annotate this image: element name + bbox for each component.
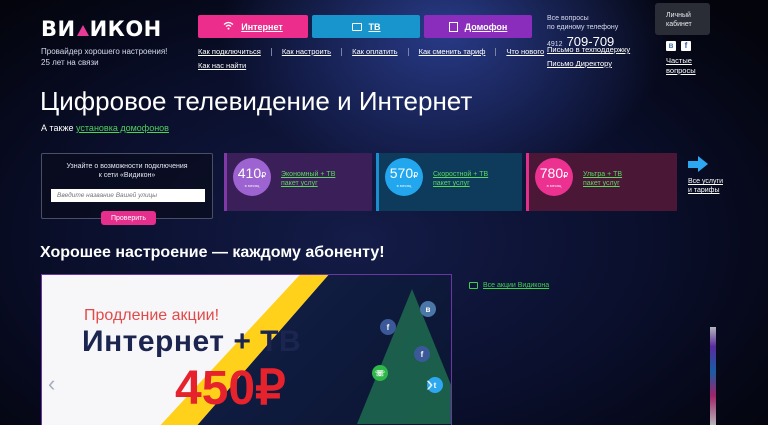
connection-text-line2: к сети «Видикон» bbox=[98, 172, 156, 179]
promo-icon bbox=[469, 282, 478, 289]
all-tariffs-link[interactable]: Все услуги и тарифы bbox=[688, 156, 738, 195]
wifi-icon bbox=[223, 21, 234, 33]
street-input[interactable] bbox=[51, 189, 205, 202]
tariff-name-link[interactable]: Экономный + ТВ пакет услуг bbox=[281, 170, 335, 188]
menu-whats-new[interactable]: Что нового bbox=[506, 47, 544, 57]
facebook-ornament-icon: f bbox=[380, 319, 396, 335]
intercom-icon bbox=[448, 21, 458, 32]
faq-label-line1: Частые bbox=[666, 56, 692, 65]
tariff-period: в месяц bbox=[396, 183, 412, 188]
side-decor-strip bbox=[710, 327, 716, 425]
check-button[interactable]: Проверить bbox=[101, 211, 156, 225]
menu-divider bbox=[495, 48, 497, 56]
connection-check-text: Узнайте о возможности подключения к сети… bbox=[42, 162, 212, 180]
christmas-tree-icon bbox=[357, 289, 451, 424]
menu-find-us[interactable]: Как нас найти bbox=[198, 61, 246, 71]
promo-kicker: Продление акции! bbox=[84, 307, 220, 324]
nav-internet-button[interactable]: Интернет bbox=[198, 15, 308, 38]
arrow-right-icon bbox=[688, 156, 708, 173]
tariff-period: в месяц bbox=[546, 183, 562, 188]
slider-next-button[interactable]: › bbox=[426, 373, 433, 395]
logo-text-part1: ВИ bbox=[41, 17, 76, 41]
whatsapp-ornament-icon: ☏ bbox=[372, 365, 388, 381]
connection-text-line1: Узнайте о возможности подключения bbox=[66, 163, 188, 170]
cabinet-label-line1: Личный bbox=[666, 12, 691, 19]
promo-price: 450₽ bbox=[175, 362, 286, 415]
tariff-stripe bbox=[526, 153, 529, 211]
tariff-name-line2: пакет услуг bbox=[583, 180, 620, 187]
menu-divider bbox=[270, 48, 272, 56]
tariff-price: 780₽ bbox=[539, 165, 569, 181]
connection-check-box: Узнайте о возможности подключения к сети… bbox=[41, 153, 213, 225]
all-tariffs-label: Все услуги и тарифы bbox=[688, 178, 723, 194]
also-prefix: А также bbox=[41, 123, 74, 133]
tagline: Провайдер хорошего настроения! 25 лет на… bbox=[41, 46, 171, 68]
tariff-name-line1: Скоростной + ТВ bbox=[433, 171, 489, 178]
page-title: Цифровое телевидение и Интернет bbox=[40, 86, 473, 116]
tariff-stripe bbox=[376, 153, 379, 211]
hero-subline: А также установка домофонов bbox=[41, 123, 169, 134]
menu-how-to-connect[interactable]: Как подключиться bbox=[198, 47, 261, 57]
tariff-period: в месяц bbox=[244, 183, 260, 188]
director-letter-link[interactable]: Письмо Директору bbox=[547, 59, 612, 69]
vk-icon[interactable]: в bbox=[666, 41, 676, 51]
personal-cabinet-button[interactable]: Личный кабинет bbox=[655, 3, 710, 35]
nav-internet-label: Интернет bbox=[241, 21, 283, 32]
tariff-name-line1: Ультра + ТВ bbox=[583, 171, 623, 178]
tariff-name-link[interactable]: Скоростной + ТВ пакет услуг bbox=[433, 170, 488, 188]
menu-how-to-setup[interactable]: Как настроить bbox=[282, 47, 331, 57]
nav-tv-label: ТВ bbox=[368, 21, 381, 32]
contact-label-line1: Все вопросы bbox=[547, 15, 589, 22]
menu-divider bbox=[407, 48, 409, 56]
tariff-name-line1: Экономный + ТВ bbox=[281, 171, 336, 178]
nav-tv-button[interactable]: ТВ bbox=[312, 15, 420, 38]
tariff-price-badge: 570₽ в месяц bbox=[385, 158, 423, 196]
logo[interactable]: ВИ ИКОН bbox=[41, 18, 162, 40]
menu-how-to-pay[interactable]: Как оплатить bbox=[352, 47, 398, 57]
support-letter-link[interactable]: Письмо в техподдержку bbox=[547, 45, 630, 55]
facebook-icon[interactable]: f bbox=[681, 41, 691, 51]
tv-icon bbox=[351, 22, 362, 31]
contact-label-line2: по единому телефону bbox=[547, 24, 619, 31]
cabinet-label-line2: кабинет bbox=[666, 21, 692, 28]
menu-change-tariff[interactable]: Как сменить тариф bbox=[419, 47, 486, 57]
nav-intercom-label: Домофон bbox=[464, 21, 508, 32]
intercom-install-link[interactable]: установка домофонов bbox=[76, 123, 169, 133]
all-promos-link[interactable]: Все акции Видикона bbox=[469, 281, 549, 290]
tariff-stripe bbox=[224, 153, 227, 211]
tariff-card-ultra[interactable]: 780₽ в месяц Ультра + ТВ пакет услуг bbox=[526, 153, 677, 211]
tariff-name-line2: пакет услуг bbox=[433, 180, 470, 187]
logo-mark-icon bbox=[76, 24, 89, 36]
promo-banner[interactable]: f в f ☏ t Продление акции! Интернет + ТВ… bbox=[41, 274, 452, 425]
faq-link[interactable]: Частые вопросы bbox=[666, 56, 696, 76]
nav-intercom-button[interactable]: Домофон bbox=[424, 15, 532, 38]
tariff-price-badge: 410₽ в месяц bbox=[233, 158, 271, 196]
tariff-price: 570₽ bbox=[389, 165, 419, 181]
tariff-card-econom[interactable]: 410₽ в месяц Экономный + ТВ пакет услуг bbox=[224, 153, 372, 211]
menu-divider bbox=[341, 48, 343, 56]
tariff-name-line2: пакет услуг bbox=[281, 180, 318, 187]
info-menu: Как подключиться Как настроить Как оплат… bbox=[198, 47, 544, 57]
vk-ornament-icon: в bbox=[420, 301, 436, 317]
logo-text-part2: ИКОН bbox=[89, 17, 162, 41]
tagline-line2: 25 лет на связи bbox=[41, 58, 99, 67]
promo-product: Интернет + ТВ bbox=[82, 325, 302, 358]
tariff-name-link[interactable]: Ультра + ТВ пакет услуг bbox=[583, 170, 622, 188]
tariff-price: 410₽ bbox=[237, 165, 267, 181]
slider-prev-button[interactable]: ‹ bbox=[48, 373, 55, 395]
tariff-price-badge: 780₽ в месяц bbox=[535, 158, 573, 196]
all-promos-label: Все акции Видикона bbox=[483, 282, 550, 289]
tariff-card-speed[interactable]: 570₽ в месяц Скоростной + ТВ пакет услуг bbox=[376, 153, 522, 211]
faq-label-line2: вопросы bbox=[666, 66, 696, 75]
facebook-ornament-icon: f bbox=[414, 346, 430, 362]
info-menu-row2: Как нас найти bbox=[198, 61, 246, 71]
slogan-heading: Хорошее настроение — каждому абоненту! bbox=[40, 244, 385, 261]
tagline-line1: Провайдер хорошего настроения! bbox=[41, 47, 168, 56]
